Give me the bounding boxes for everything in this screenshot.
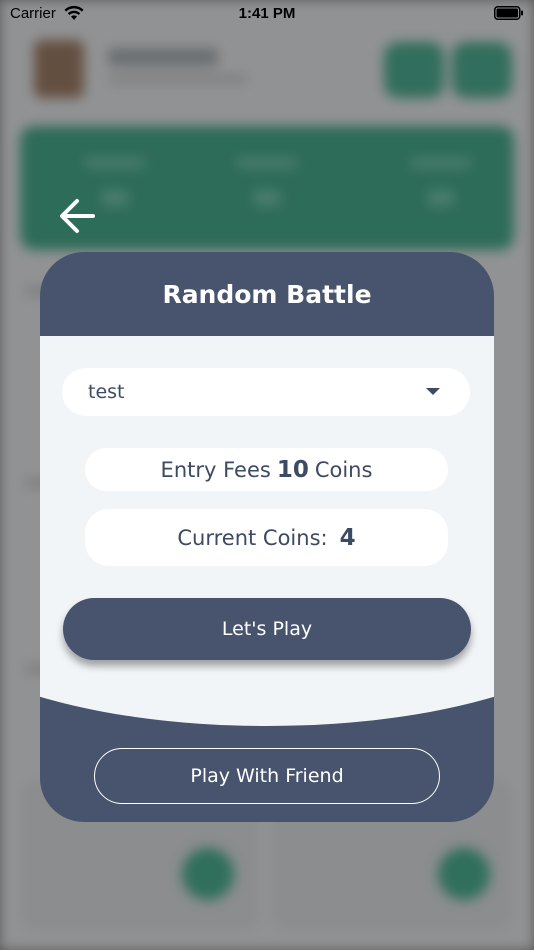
entry-fees-display: Entry Fees 10 Coins — [85, 448, 448, 491]
chevron-down-icon — [426, 388, 440, 395]
current-coins-label: Current Coins: — [177, 525, 328, 550]
arrow-left-icon — [60, 199, 95, 233]
entry-fees-label: Entry Fees — [160, 457, 271, 482]
lets-play-button[interactable]: Let's Play — [63, 598, 471, 660]
dialog-title: Random Battle — [162, 279, 372, 309]
entry-fees-amount: 10 — [276, 456, 309, 483]
status-bar: Carrier 1:41 PM — [0, 0, 534, 28]
random-battle-dialog: Random Battle test Entry Fees 10 Coins C… — [40, 252, 494, 822]
battery-icon — [494, 6, 524, 24]
current-coins-amount: 4 — [339, 524, 356, 551]
status-time: 1:41 PM — [238, 5, 296, 22]
back-button[interactable] — [54, 193, 100, 239]
category-select[interactable]: test — [62, 368, 470, 416]
category-selected-value: test — [88, 381, 125, 403]
entry-fees-unit: Coins — [314, 457, 373, 482]
play-with-friend-button[interactable]: Play With Friend — [94, 748, 440, 804]
current-coins-display: Current Coins: 4 — [85, 509, 448, 566]
dialog-header: Random Battle — [40, 252, 494, 336]
